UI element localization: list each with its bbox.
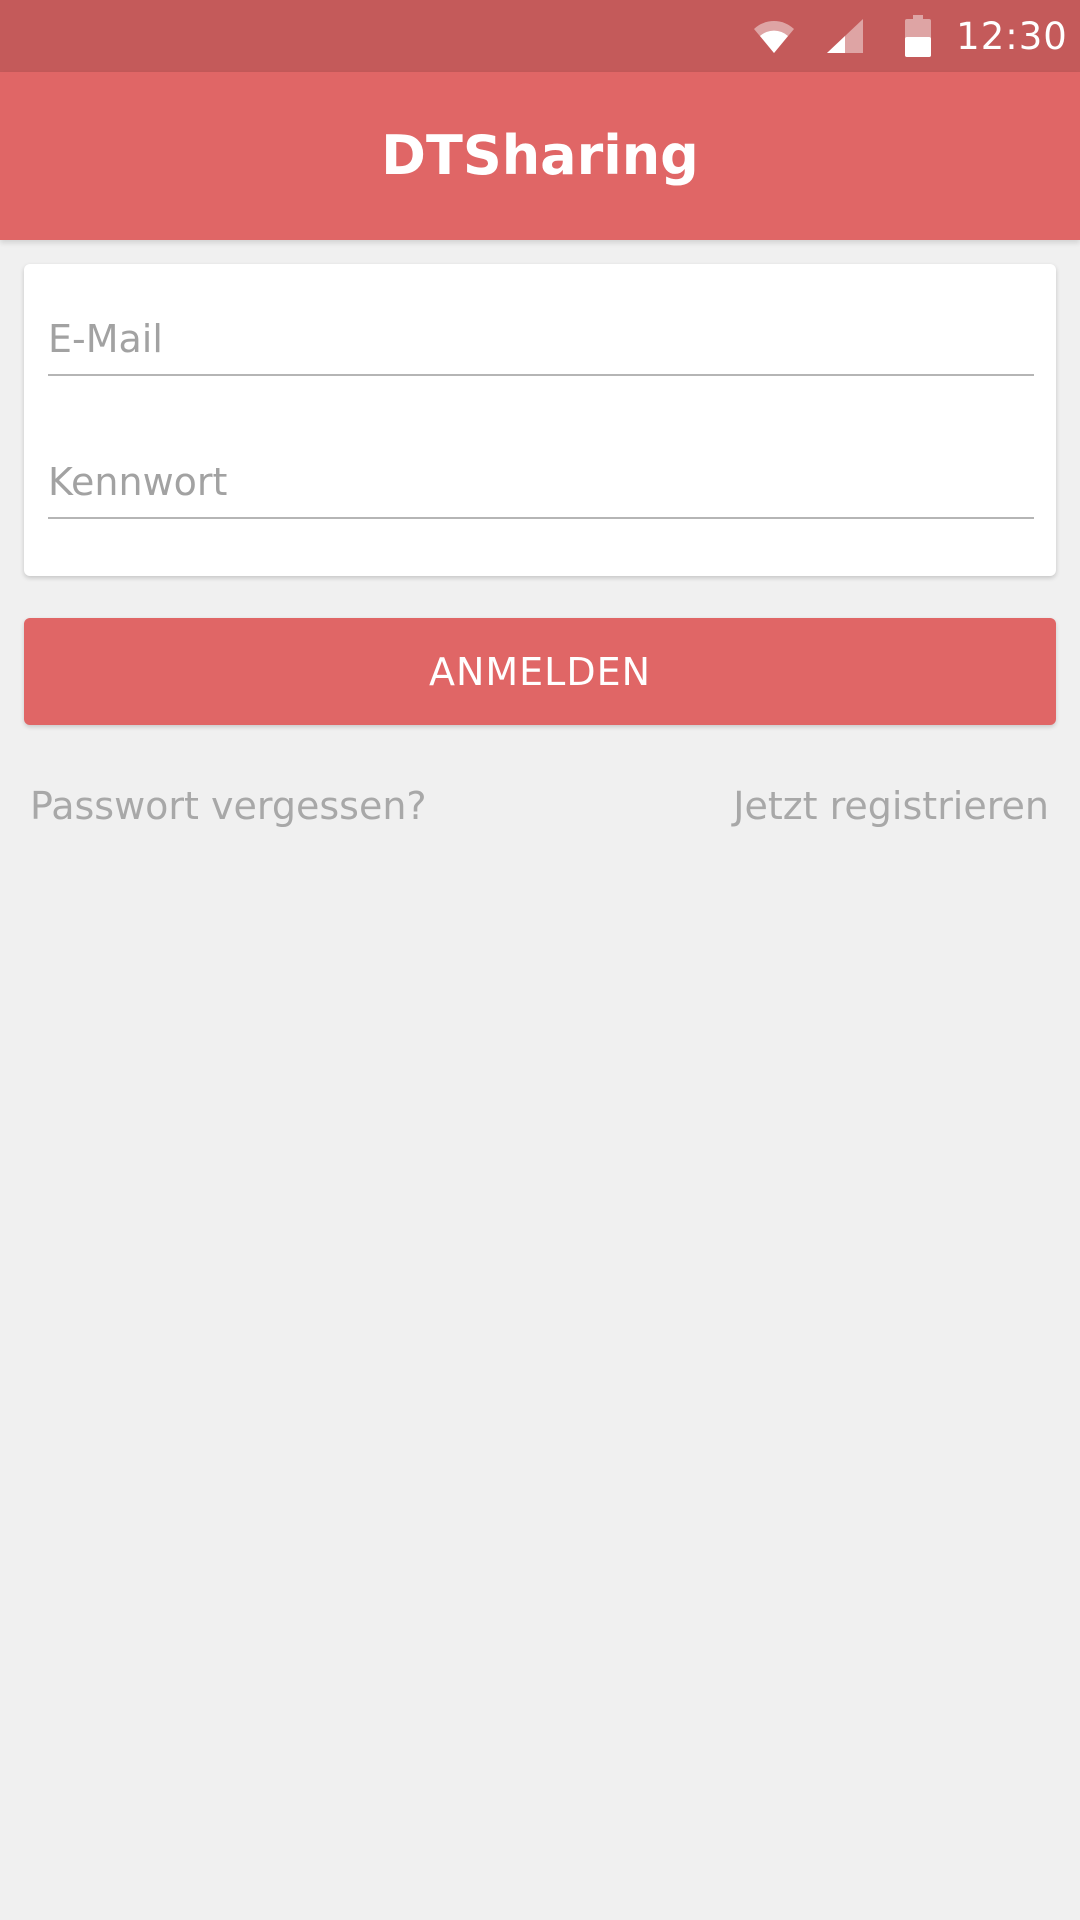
app-title: DTSharing (381, 124, 699, 187)
battery-icon (900, 0, 936, 72)
email-field (48, 304, 1034, 376)
login-button[interactable]: ANMELDEN (24, 618, 1056, 725)
email-input[interactable] (48, 304, 1034, 374)
wifi-icon (748, 0, 800, 72)
app-bar: DTSharing (0, 72, 1080, 240)
status-bar-time: 12:30 (956, 15, 1068, 58)
password-input[interactable] (48, 447, 1034, 517)
cell-signal-icon (822, 0, 868, 72)
login-card (24, 264, 1056, 576)
register-link[interactable]: Jetzt registrieren (733, 776, 1049, 836)
forgot-password-link[interactable]: Passwort vergessen? (30, 776, 427, 836)
status-bar: 12:30 (0, 0, 1080, 72)
password-field (48, 447, 1034, 519)
